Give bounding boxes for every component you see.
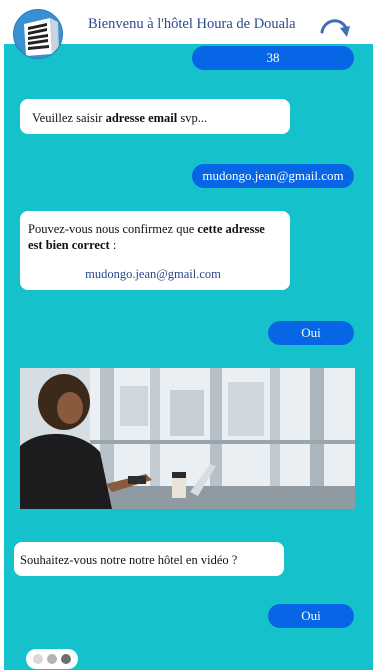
- hotel-building-icon: [24, 18, 59, 56]
- bot-message-text: Veuillez saisir: [32, 111, 106, 125]
- app-header: Bienvenu à l'hôtel Houra de Douala: [0, 0, 377, 59]
- refresh-button[interactable]: [318, 12, 352, 40]
- user-message-yes-1: Oui: [268, 321, 354, 345]
- page-title: Bienvenu à l'hôtel Houra de Douala: [88, 16, 296, 32]
- bot-message-text: Pouvez-vous nous confirmez que: [28, 222, 198, 236]
- hotel-photo: [20, 368, 355, 509]
- bot-message-confirm: Pouvez-vous nous confirmez que cette adr…: [20, 211, 290, 290]
- typing-dots-icon: [61, 654, 71, 664]
- hotel-logo: [13, 9, 63, 59]
- user-message-yes-2: Oui: [268, 604, 354, 628]
- bot-message-email-prompt: Veuillez saisir adresse email svp...: [20, 99, 290, 134]
- bot-message-video-question: Souhaitez-vous notre notre hôtel en vidé…: [14, 542, 284, 576]
- typing-indicator: [26, 649, 78, 669]
- user-message-email: mudongo.jean@gmail.com: [192, 164, 354, 188]
- bot-message-bold: adresse email: [105, 111, 178, 125]
- bot-confirm-text: Pouvez-vous nous confirmez que cette adr…: [28, 221, 278, 254]
- hotel-photo-image: [20, 368, 355, 509]
- bot-message-text: svp...: [177, 111, 208, 125]
- chat-area[interactable]: [4, 44, 373, 670]
- typing-dots-icon: [33, 654, 43, 664]
- user-message-number: 38: [192, 46, 354, 70]
- refresh-arrow-icon: [320, 19, 350, 37]
- confirm-email-value: mudongo.jean@gmail.com: [85, 266, 221, 281]
- typing-dots-icon: [47, 654, 57, 664]
- bot-message-text: :: [109, 238, 117, 253]
